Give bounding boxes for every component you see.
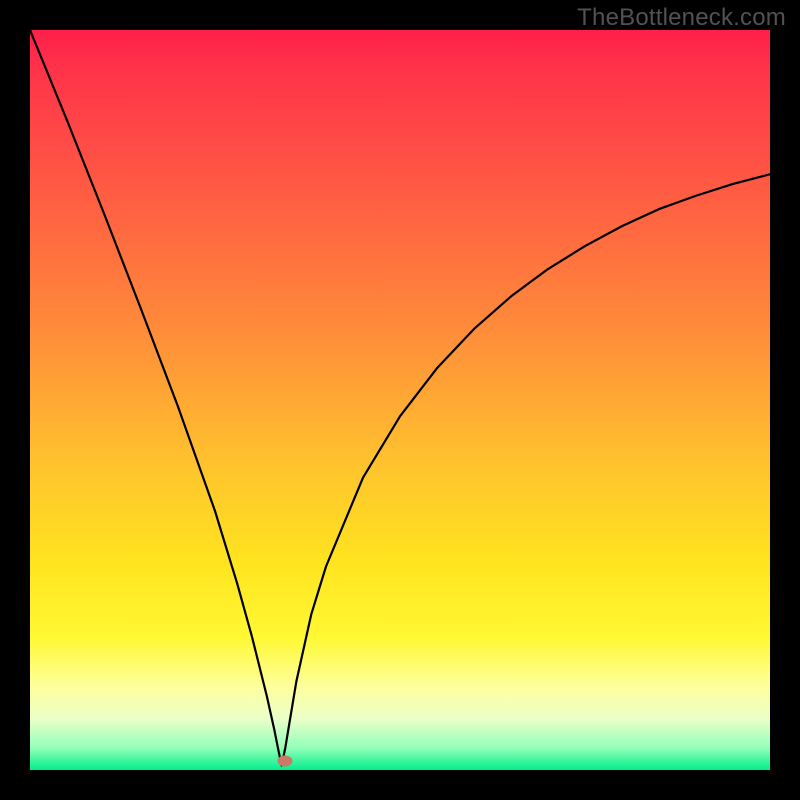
plot-area: [30, 30, 770, 770]
bottleneck-curve: [30, 30, 770, 766]
curve-svg: [30, 30, 770, 770]
watermark-text: TheBottleneck.com: [577, 4, 786, 32]
notch-marker: [278, 756, 293, 767]
chart-frame: TheBottleneck.com: [0, 0, 800, 800]
